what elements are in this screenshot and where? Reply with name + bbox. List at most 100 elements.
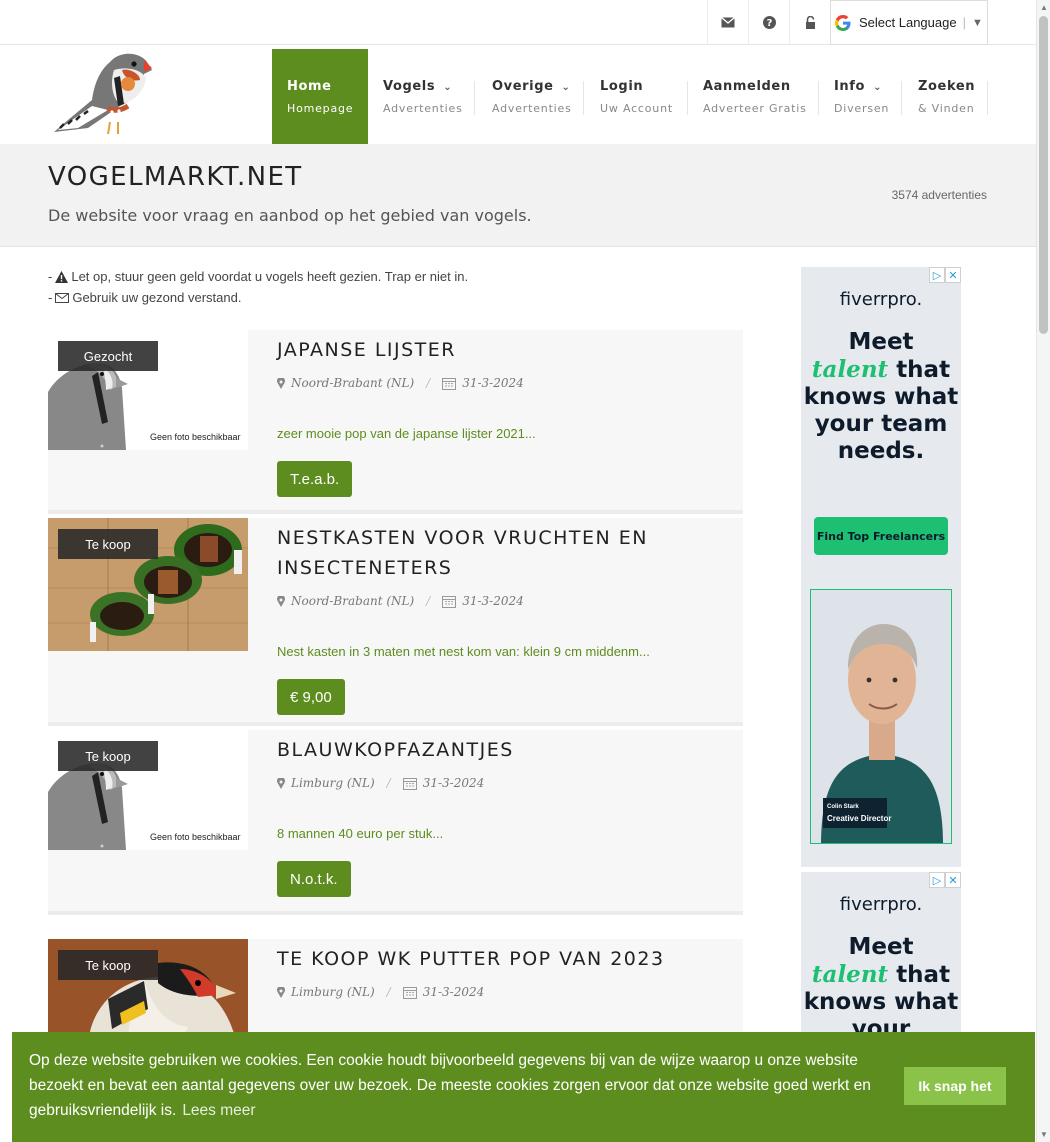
ad-headline-accent: talent	[811, 961, 889, 988]
nav-item-subtitle: & Vinden	[918, 102, 975, 115]
listing-title[interactable]: JAPANSE LIJSTER	[277, 335, 707, 365]
nav-item-subtitle: Uw Account	[600, 102, 673, 115]
envelope-icon	[55, 292, 70, 303]
scrollbar-thumb[interactable]	[1039, 16, 1048, 334]
notice-warning: - Let op, stuur geen geld voordat u voge…	[48, 269, 468, 284]
nav-item-subtitle: Diversen	[834, 102, 890, 115]
page-header: VOGELMARKT.NET De website voor vraag en …	[0, 144, 1036, 247]
nav-item-title: Aanmelden	[703, 79, 791, 94]
status-badge: Te koop	[58, 529, 158, 559]
nav-item-zoeken[interactable]: Zoeken & Vinden	[918, 49, 988, 149]
placeholder-text: Geen foto beschikbaar	[150, 432, 241, 442]
cookie-banner: Op deze website gebruiken we cookies. Ee…	[12, 1032, 1035, 1142]
ad-choices-icon[interactable]: ▷	[929, 872, 945, 888]
nav-item-title: Login	[600, 79, 644, 94]
ad-banner[interactable]: ▷ ✕ fiverrpro. Meet talent that knows wh…	[801, 267, 961, 867]
listing-card[interactable]: Geen foto beschikbaar Te koop BLAUWKOPFA…	[48, 730, 743, 915]
listing-date: 31-3-2024	[422, 985, 485, 999]
scroll-down-icon[interactable]: ▼	[1040, 1130, 1048, 1139]
ad-brand-suffix: pro.	[887, 894, 923, 915]
scrollbar[interactable]: ▲ ▼	[1036, 0, 1050, 1142]
nav-item-aanmelden[interactable]: Aanmelden Adverteer Gratis	[703, 49, 819, 149]
google-icon	[835, 14, 851, 31]
nav-item-title: Overige	[492, 79, 554, 94]
nav-item-vogels[interactable]: Vogels ⌄ Advertenties	[383, 49, 475, 149]
nav-item-login[interactable]: Login Uw Account	[600, 49, 688, 149]
price-button[interactable]: € 9,00	[277, 679, 345, 715]
nav-item-title: Zoeken	[918, 79, 976, 94]
nav-item-overige[interactable]: Overige ⌄ Advertenties	[492, 49, 584, 149]
notice-envelope: - Gebruik uw gezond verstand.	[48, 290, 241, 305]
listing-meta: Limburg (NL) / 31-3-2024	[277, 985, 484, 999]
language-select[interactable]: Select Language | ▼	[830, 0, 988, 45]
ad-brand: fiverrpro.	[801, 289, 961, 310]
ad-headline: Meet talent that knows what your	[801, 934, 961, 1043]
ad-choices-icon[interactable]: ▷	[929, 267, 945, 283]
close-icon[interactable]: ✕	[945, 872, 961, 888]
placeholder-text: Geen foto beschikbaar	[150, 832, 241, 842]
map-marker-icon	[277, 986, 285, 998]
calendar-icon	[442, 595, 457, 608]
ad-headline-line: Meet	[848, 934, 914, 960]
ad-person-name: Colin Stark	[827, 804, 859, 810]
nav-item-subtitle: Advertenties	[383, 102, 463, 115]
map-marker-icon	[277, 377, 285, 389]
site-logo[interactable]	[48, 48, 152, 136]
chevron-down-icon: ⌄	[873, 82, 883, 93]
nav-item-info[interactable]: Info ⌄ Diversen	[834, 49, 902, 149]
listing-photo[interactable]: Geen foto beschikbaar Te koop	[48, 730, 248, 850]
close-icon[interactable]: ✕	[945, 267, 961, 283]
meta-separator: /	[426, 594, 431, 608]
ad-headline-line: Meet	[848, 329, 914, 355]
map-marker-icon	[277, 777, 285, 789]
svg-text:?: ?	[766, 18, 772, 29]
ad-brand-name: fiverr	[839, 289, 888, 310]
envelope-icon[interactable]	[707, 0, 748, 45]
scroll-up-icon[interactable]: ▲	[1040, 3, 1048, 12]
ad-cta-button[interactable]: Find Top Freelancers	[814, 517, 948, 555]
lock-icon[interactable]	[789, 0, 830, 45]
ad-brand-suffix: pro.	[887, 289, 923, 310]
listing-region: Noord-Brabant (NL)	[291, 376, 415, 390]
nav-item-subtitle: Homepage	[287, 102, 354, 115]
listing-region: Limburg (NL)	[291, 985, 375, 999]
cookie-message: Op deze website gebruiken we cookies. Ee…	[29, 1052, 871, 1119]
meta-separator: /	[426, 376, 431, 390]
price-button[interactable]: N.o.t.k.	[277, 861, 351, 897]
listing-title[interactable]: NESTKASTEN VOOR VRUCHTEN EN INSECTENETER…	[277, 523, 707, 583]
listing-description: zeer mooie pop van de japanse lijster 20…	[277, 426, 536, 441]
cookie-accept-button[interactable]: Ik snap het	[904, 1067, 1006, 1105]
status-badge: Te koop	[58, 741, 158, 771]
map-marker-icon	[277, 595, 285, 607]
price-button[interactable]: T.e.a.b.	[277, 461, 353, 497]
listing-card[interactable]: Te koop NESTKASTEN VOOR VRUCHTEN EN INSE…	[48, 518, 743, 726]
nav-item-title: Home	[287, 79, 332, 94]
listing-title[interactable]: BLAUWKOPFAZANTJES	[277, 735, 707, 765]
warning-icon	[55, 270, 69, 283]
listing-photo[interactable]: Te koop	[48, 518, 248, 651]
cookie-more-link[interactable]: Lees meer	[182, 1102, 255, 1119]
question-icon[interactable]: ?	[748, 0, 789, 45]
listing-meta: Limburg (NL) / 31-3-2024	[277, 776, 484, 790]
listing-photo[interactable]: Geen foto beschikbaar Gezocht	[48, 330, 248, 450]
ad-choices[interactable]: ▷ ✕	[929, 872, 961, 888]
nav-item-home[interactable]: Home Homepage	[272, 49, 368, 149]
ad-brand: fiverrpro.	[801, 894, 961, 915]
top-bar: ? Select Language | ▼	[0, 0, 1036, 45]
meta-separator: /	[386, 985, 391, 999]
listing-description: 8 mannen 40 euro per stuk...	[277, 826, 444, 841]
cookie-message-wrapper: Op deze website gebruiken we cookies. Ee…	[29, 1048, 899, 1123]
chevron-down-icon: ⌄	[561, 82, 571, 93]
listing-title[interactable]: TE KOOP WK PUTTER POP VAN 2023	[277, 944, 707, 974]
ad-choices[interactable]: ▷ ✕	[929, 267, 961, 283]
listing-date: 31-3-2024	[462, 376, 524, 390]
ad-count: 3574 advertenties	[891, 188, 987, 202]
ad-brand-name: fiverr	[839, 894, 888, 915]
listing-card[interactable]: Geen foto beschikbaar Gezocht JAPANSE LI…	[48, 330, 743, 514]
listing-date: 31-3-2024	[462, 594, 524, 608]
notice-text: Gebruik uw gezond verstand.	[72, 290, 242, 305]
page-subtitle: De website voor vraag en aanbod op het g…	[48, 206, 532, 225]
chevron-down-icon: ⌄	[443, 82, 453, 93]
notice-prefix: -	[48, 290, 53, 305]
listing-region: Limburg (NL)	[291, 776, 375, 790]
